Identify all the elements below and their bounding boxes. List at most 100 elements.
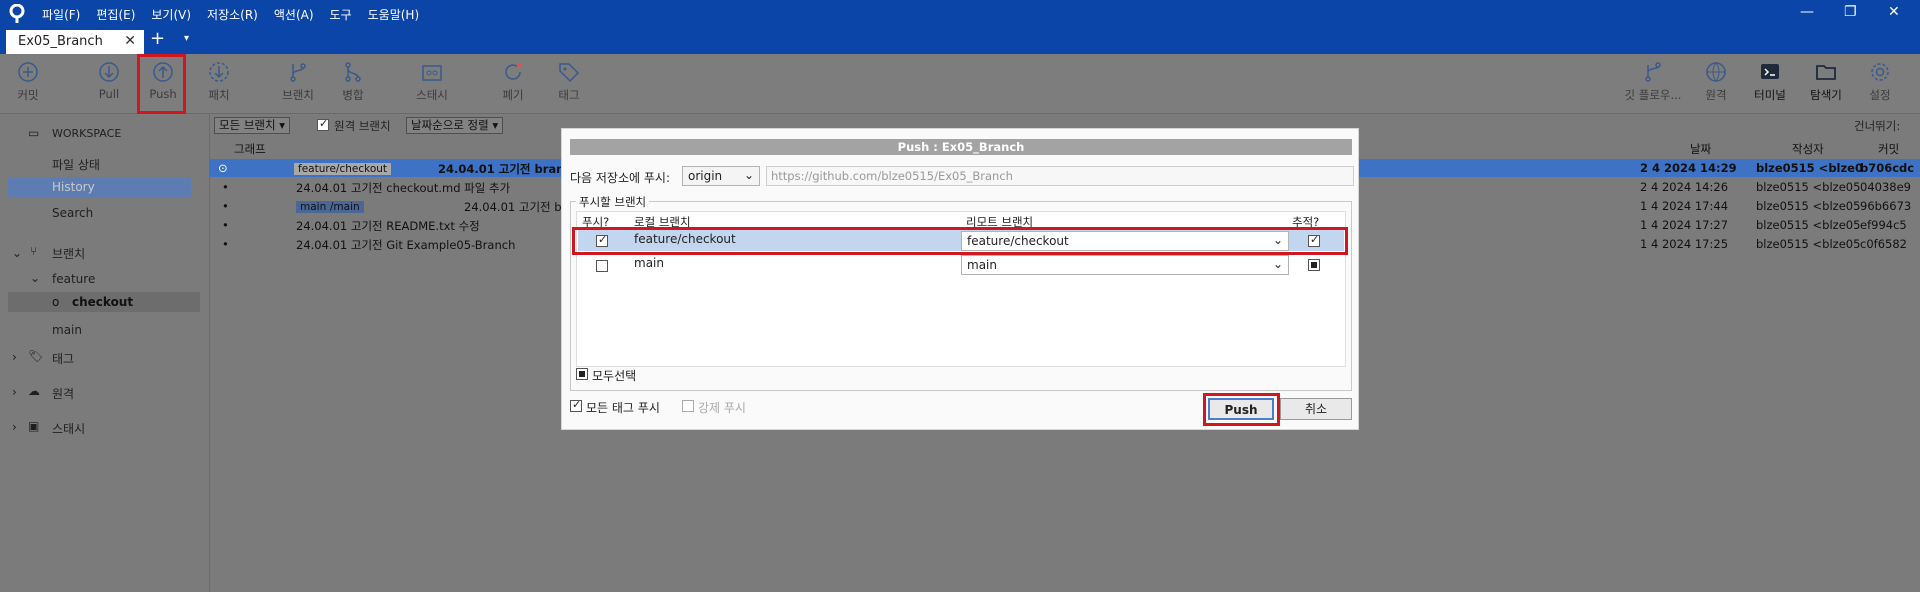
col-author[interactable]: 작성자 xyxy=(1792,141,1824,157)
sourcetree-logo-icon xyxy=(9,4,25,23)
branch-icon xyxy=(286,60,310,84)
menu-edit[interactable]: 편집(E) xyxy=(96,6,135,23)
terminal-icon xyxy=(1758,60,1782,84)
select-all-label: 모두선택 xyxy=(592,369,637,383)
stash-icon xyxy=(420,60,444,84)
select-all-checkbox[interactable] xyxy=(576,368,588,380)
pull-button[interactable]: Pull xyxy=(94,60,124,101)
tab-ex05-branch[interactable]: Ex05_Branch ✕ xyxy=(6,30,144,54)
push-all-tags-label: 모든 태그 푸시 xyxy=(586,401,660,415)
branch-filter-dropdown[interactable]: 모든 브랜치 ▾ xyxy=(214,117,290,134)
cloud-icon: ☁ xyxy=(28,384,40,398)
close-window-icon[interactable]: ✕ xyxy=(1888,4,1900,20)
menu-bar: 파일(F) 편집(E) 보기(V) 저장소(R) 액션(A) 도구 도움말(H) xyxy=(42,6,419,23)
gear-icon xyxy=(1868,60,1892,84)
gitflow-button[interactable]: 깃 플로우... xyxy=(1620,60,1686,103)
sidebar-item-checkout[interactable]: o checkout xyxy=(8,292,200,312)
branches-group-label: 푸시할 브랜치 xyxy=(576,194,650,210)
tab-label: Ex05_Branch xyxy=(18,34,103,49)
discard-button[interactable]: 폐기 xyxy=(498,60,528,103)
tab-bar: Ex05_Branch ✕ + ▾ xyxy=(0,28,1920,54)
col-date[interactable]: 날짜 xyxy=(1690,141,1711,157)
workspace-header: WORKSPACE xyxy=(52,127,122,140)
push-all-tags-checkbox[interactable] xyxy=(570,398,582,412)
minimize-icon[interactable]: — xyxy=(1800,4,1814,20)
remote-branch-label: 원격 브랜치 xyxy=(334,119,391,133)
commit-button[interactable]: 커밋 xyxy=(12,60,44,103)
menu-actions[interactable]: 액션(A) xyxy=(274,6,314,23)
graph-node-icon: • xyxy=(222,180,229,194)
sidebar-remotes-header[interactable]: 원격 xyxy=(52,385,74,402)
menu-tools[interactable]: 도구 xyxy=(330,6,352,23)
col-graph[interactable]: 그래프 xyxy=(234,141,266,157)
sidebar-stashes-header[interactable]: 스태시 xyxy=(52,420,85,437)
sidebar: ▭ WORKSPACE 파일 상태 History Search ⌄ ⑂ 브랜치… xyxy=(0,114,210,592)
local-branch-main: main xyxy=(634,256,664,270)
chevron-down-icon: ⌄ xyxy=(743,168,754,182)
chevron-right-icon[interactable]: › xyxy=(12,385,17,399)
force-push-label: 강제 푸시 xyxy=(698,401,746,415)
sidebar-tags-header[interactable]: 태그 xyxy=(52,350,74,367)
current-branch-icon: o xyxy=(52,295,60,309)
chevron-down-icon: ⌄ xyxy=(1272,257,1283,271)
new-tab-icon[interactable]: + xyxy=(150,28,165,49)
push-checkbox-main[interactable] xyxy=(596,260,608,272)
menu-view[interactable]: 보기(V) xyxy=(151,6,191,23)
folder-icon xyxy=(1814,60,1838,84)
discard-icon xyxy=(501,60,525,84)
menu-repository[interactable]: 저장소(R) xyxy=(207,6,258,23)
cancel-button[interactable]: 취소 xyxy=(1280,398,1352,420)
sidebar-branches-header[interactable]: 브랜치 xyxy=(52,245,85,262)
explorer-button[interactable]: 탐색기 xyxy=(1806,60,1846,103)
title-bar: 파일(F) 편집(E) 보기(V) 저장소(R) 액션(A) 도구 도움말(H)… xyxy=(0,0,1920,28)
toolbar: 커밋 Pull Push 패치 브랜치 병합 스태시 폐기 태그 깃 플로우..… xyxy=(0,54,1920,114)
pull-icon xyxy=(97,60,121,84)
remote-branch-select-main[interactable]: main ⌄ xyxy=(961,255,1289,275)
tag-icon xyxy=(557,60,581,84)
globe-icon xyxy=(1704,60,1728,84)
settings-button[interactable]: 설정 xyxy=(1864,60,1896,103)
remote-url-field: https://github.com/blze0515/Ex05_Branch xyxy=(766,166,1354,186)
chevron-right-icon[interactable]: › xyxy=(12,420,17,434)
stash-button[interactable]: 스태시 xyxy=(412,60,452,103)
push-button-highlight-box xyxy=(1203,393,1280,426)
sidebar-item-search[interactable]: Search xyxy=(52,206,93,220)
col-commit[interactable]: 커밋 xyxy=(1878,141,1899,157)
menu-help[interactable]: 도움말(H) xyxy=(368,6,420,23)
tag-icon: 🏷 xyxy=(28,349,44,363)
branch-button[interactable]: 브랜치 xyxy=(278,60,318,103)
restore-icon[interactable]: ❐ xyxy=(1844,4,1857,20)
sidebar-item-file-status[interactable]: 파일 상태 xyxy=(52,156,100,173)
menu-file[interactable]: 파일(F) xyxy=(42,6,80,23)
sidebar-item-feature[interactable]: feature xyxy=(52,272,95,286)
merge-button[interactable]: 병합 xyxy=(338,60,368,103)
graph-node-icon: • xyxy=(222,199,229,213)
sidebar-item-history[interactable]: History xyxy=(8,177,191,197)
chevron-right-icon[interactable]: › xyxy=(12,350,17,364)
graph-node-icon: • xyxy=(222,237,229,251)
remote-branch-checkbox[interactable] xyxy=(317,117,329,131)
tag-button[interactable]: 태그 xyxy=(554,60,584,103)
remote-select[interactable]: origin ⌄ xyxy=(682,166,760,186)
terminal-button[interactable]: 터미널 xyxy=(1750,60,1790,103)
graph-node-icon: • xyxy=(222,218,229,232)
track-checkbox-main[interactable] xyxy=(1308,259,1320,271)
merge-icon xyxy=(341,60,365,84)
sort-dropdown[interactable]: 날짜순으로 정렬 ▾ xyxy=(406,117,504,134)
chevron-down-icon[interactable]: ⌄ xyxy=(12,246,22,260)
chevron-down-icon[interactable]: ⌄ xyxy=(30,271,40,285)
commit-icon xyxy=(16,60,40,84)
dialog-title: Push : Ex05_Branch xyxy=(570,139,1352,155)
stash-icon: ▣ xyxy=(28,419,40,433)
sidebar-item-main[interactable]: main xyxy=(52,323,82,337)
force-push-checkbox[interactable] xyxy=(682,400,694,412)
remote-button[interactable]: 원격 xyxy=(1700,60,1732,103)
gitflow-icon xyxy=(1641,60,1665,84)
tab-close-icon[interactable]: ✕ xyxy=(124,33,136,49)
fetch-icon xyxy=(207,60,231,84)
feature-row-highlight-box xyxy=(572,227,1348,255)
push-dialog: Push : Ex05_Branch 다음 저장소에 푸시: origin ⌄ … xyxy=(561,128,1359,430)
skip-label: 건너뛰기: xyxy=(1854,119,1901,133)
fetch-button[interactable]: 패치 xyxy=(204,60,234,103)
tab-menu-icon[interactable]: ▾ xyxy=(184,33,189,44)
